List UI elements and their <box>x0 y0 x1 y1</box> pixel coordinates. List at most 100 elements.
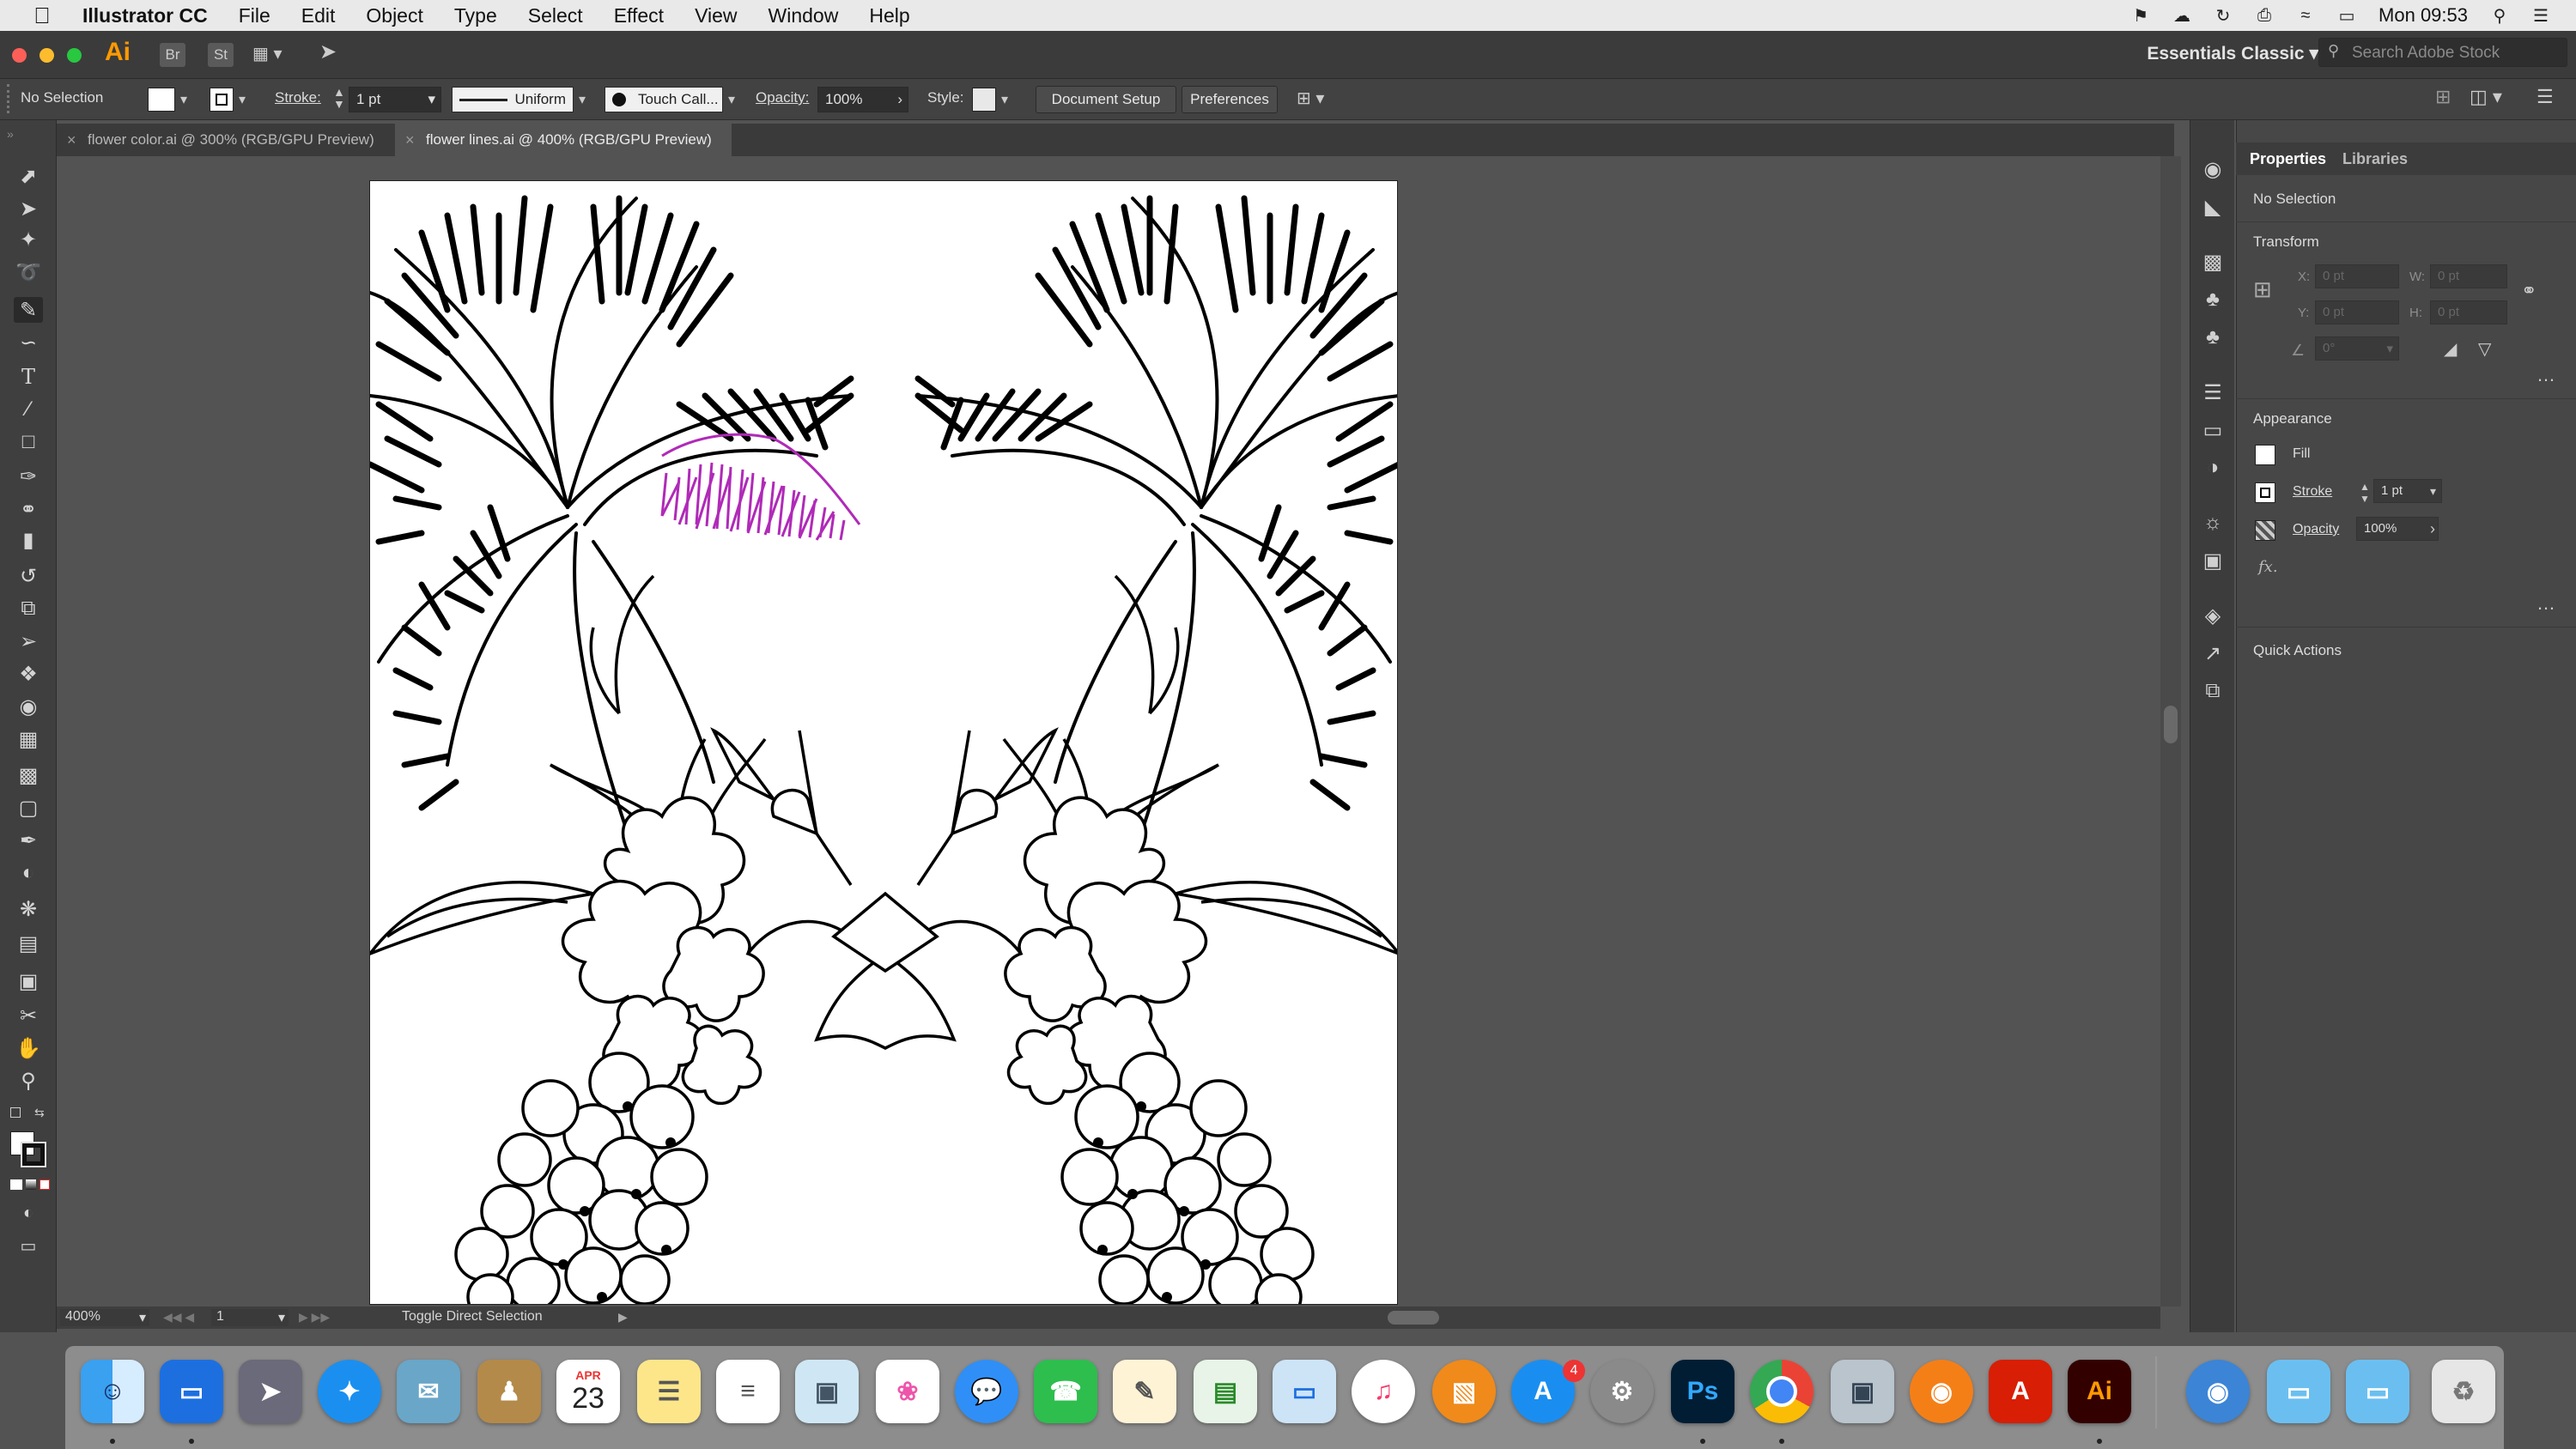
scale-tool-icon[interactable]: ⧉ <box>14 596 43 621</box>
menu-window[interactable]: Window <box>769 4 839 27</box>
fx-button[interactable]: fx. <box>2258 558 2278 576</box>
horizontal-scroll-thumb[interactable] <box>1388 1311 1439 1325</box>
fill-swatch[interactable] <box>148 88 175 112</box>
apple-icon[interactable]:  <box>29 3 55 29</box>
swatches-icon[interactable]: ◣ <box>2200 194 2226 220</box>
menu-select[interactable]: Select <box>528 4 583 27</box>
contacts-icon[interactable]: ♟ <box>477 1360 541 1423</box>
width-tool-icon[interactable]: ➢ <box>14 628 43 654</box>
opacity-field[interactable]: 100% <box>2356 517 2439 541</box>
gradient-tool-icon[interactable]: ▢ <box>14 795 43 821</box>
slice-tool-icon[interactable]: ✂ <box>14 1003 43 1028</box>
direct-selection-tool-icon[interactable]: ➤ <box>14 196 43 221</box>
constrain-proportions-icon[interactable]: ⚭ <box>2521 280 2537 302</box>
tab-flower-color[interactable]: × flower color.ai @ 300% (RGB/GPU Previe… <box>57 124 392 156</box>
stroke-weight-field[interactable]: 1 pt ▾ <box>349 87 441 112</box>
bridge-button[interactable]: Br <box>160 43 185 67</box>
profile-dropdown-icon[interactable]: ▾ <box>579 91 586 108</box>
graphic-styles-icon[interactable]: ♣ <box>2200 324 2226 350</box>
stroke-stepper-icon[interactable]: ▲ ▼ <box>333 86 345 110</box>
horizontal-scrollbar[interactable] <box>57 1307 2160 1329</box>
status-menu-icon[interactable]: ▶ <box>618 1310 628 1325</box>
facetime-icon[interactable]: ☎ <box>1034 1360 1097 1423</box>
display-icon[interactable]: ▭ <box>2337 6 2356 26</box>
column-graph-tool-icon[interactable]: ▤ <box>14 931 43 956</box>
zoom-window-button[interactable] <box>67 48 82 63</box>
stroke-swatch-dropdown-icon[interactable]: ▾ <box>239 91 246 108</box>
sync-icon[interactable]: ↻ <box>2214 6 2233 26</box>
wifi-icon[interactable]: ≈ <box>2296 6 2315 25</box>
blender-icon[interactable]: ◉ <box>1910 1360 1973 1423</box>
network-globe-icon[interactable]: ◉ <box>2186 1360 2250 1423</box>
stroke-stepper-icon[interactable]: ▲ ▼ <box>2360 481 2370 505</box>
acrobat-icon[interactable]: A <box>1989 1360 2052 1423</box>
stroke-weight-dropdown-icon[interactable]: ▾ <box>2430 484 2436 499</box>
collapse-tools-icon[interactable]: » <box>7 127 14 141</box>
zoom-level-field[interactable]: 400% ▾ <box>60 1309 149 1326</box>
printer-icon[interactable]: ⎙ <box>2255 6 2274 25</box>
photos-icon[interactable]: ❀ <box>876 1360 939 1423</box>
color-guide-icon[interactable]: ◉ <box>2200 156 2226 182</box>
graphic-style-swatch[interactable] <box>972 88 996 112</box>
menu-object[interactable]: Object <box>366 4 422 27</box>
trash-icon[interactable]: ♻ <box>2432 1360 2495 1423</box>
rotate-tool-icon[interactable]: ↺ <box>14 563 43 589</box>
shape-builder-tool-icon[interactable]: ◉ <box>14 694 43 719</box>
h-field[interactable]: 0 pt <box>2430 300 2507 324</box>
free-transform-tool-icon[interactable]: ❖ <box>14 661 43 687</box>
flip-vertical-icon[interactable]: ▽ <box>2478 338 2491 360</box>
brush-definition[interactable]: Touch Call... <box>605 87 723 112</box>
menu-help[interactable]: Help <box>869 4 909 27</box>
rectangle-tool-icon[interactable]: □ <box>14 429 43 455</box>
type-tool-icon[interactable]: T <box>14 364 43 390</box>
reminders-icon[interactable]: ≡ <box>716 1360 780 1423</box>
finder-icon[interactable]: ☺ <box>81 1360 144 1423</box>
stroke-label[interactable]: Stroke <box>2293 484 2332 500</box>
artboards-panel-icon[interactable]: ⧉ <box>2200 678 2226 704</box>
opacity-field[interactable]: 100% › <box>817 87 908 112</box>
eraser-tool-icon[interactable]: ▮ <box>14 527 43 553</box>
swap-fill-stroke-icon[interactable]: ⇆ <box>34 1106 45 1120</box>
safari-icon[interactable]: ✦ <box>318 1360 381 1423</box>
downloads-folder-icon[interactable]: ▭ <box>2346 1360 2409 1423</box>
curvature-tool-icon[interactable]: ∽ <box>14 330 43 355</box>
shaper-tool-icon[interactable]: ⚭ <box>14 496 43 522</box>
stroke-panel-icon[interactable]: ☰ <box>2200 379 2226 405</box>
fill-dropdown-icon[interactable]: ▾ <box>180 91 187 108</box>
notes-icon[interactable]: ☰ <box>637 1360 701 1423</box>
opacity-label[interactable]: Opacity <box>2293 522 2339 537</box>
transform-options-icon[interactable]: ◫ ▾ <box>2470 86 2502 108</box>
pen-tool-icon[interactable]: ✎ <box>14 297 43 323</box>
preview-icon[interactable]: ▣ <box>795 1360 859 1423</box>
style-dropdown-icon[interactable]: ▾ <box>1001 91 1008 108</box>
default-fill-stroke-icon[interactable] <box>10 1107 21 1118</box>
gpu-performance-icon[interactable]: ➤ <box>319 39 337 64</box>
fill-color-swatch[interactable] <box>2255 445 2275 465</box>
stroke-color-swatch[interactable] <box>2255 482 2275 503</box>
illustrator-dock-icon[interactable]: Ai <box>2068 1360 2131 1423</box>
w-field[interactable]: 0 pt <box>2430 264 2507 288</box>
none-mode-icon[interactable] <box>39 1179 50 1190</box>
lasso-tool-icon[interactable]: ➰ <box>14 259 43 285</box>
chrome-icon[interactable] <box>1750 1360 1814 1423</box>
messages-icon[interactable]: 💬 <box>955 1360 1018 1423</box>
stock-button[interactable]: St <box>208 43 234 67</box>
artboard-first-prev-icon[interactable]: ◀◀ ◀ <box>163 1310 194 1325</box>
screen-mode-icon[interactable]: ▭ <box>14 1233 43 1258</box>
x-field[interactable]: 0 pt <box>2315 264 2399 288</box>
magic-wand-tool-icon[interactable]: ✦ <box>14 227 43 252</box>
image-capture-icon[interactable]: ▣ <box>1831 1360 1894 1423</box>
preferences-button[interactable]: Preferences <box>1182 86 1278 113</box>
keynote-icon[interactable]: ▭ <box>1273 1360 1336 1423</box>
brush-dropdown-icon[interactable]: ▾ <box>728 91 735 108</box>
mesh-tool-icon[interactable]: ▩ <box>14 762 43 788</box>
menu-view[interactable]: View <box>695 4 737 27</box>
control-menu-icon[interactable]: ☰ <box>2537 86 2554 108</box>
tab-flower-lines[interactable]: × flower lines.ai @ 400% (RGB/GPU Previe… <box>395 124 732 156</box>
desktop-icon[interactable]: ▭ <box>160 1360 223 1423</box>
eyedropper-tool-icon[interactable]: ✒ <box>14 828 43 853</box>
calendar-icon[interactable]: APR 23 <box>556 1360 620 1423</box>
appearance-panel-icon[interactable]: ☼ <box>2200 510 2226 536</box>
asset-export-icon[interactable]: ↗ <box>2200 640 2226 666</box>
layers-icon[interactable]: ◈ <box>2200 603 2226 628</box>
